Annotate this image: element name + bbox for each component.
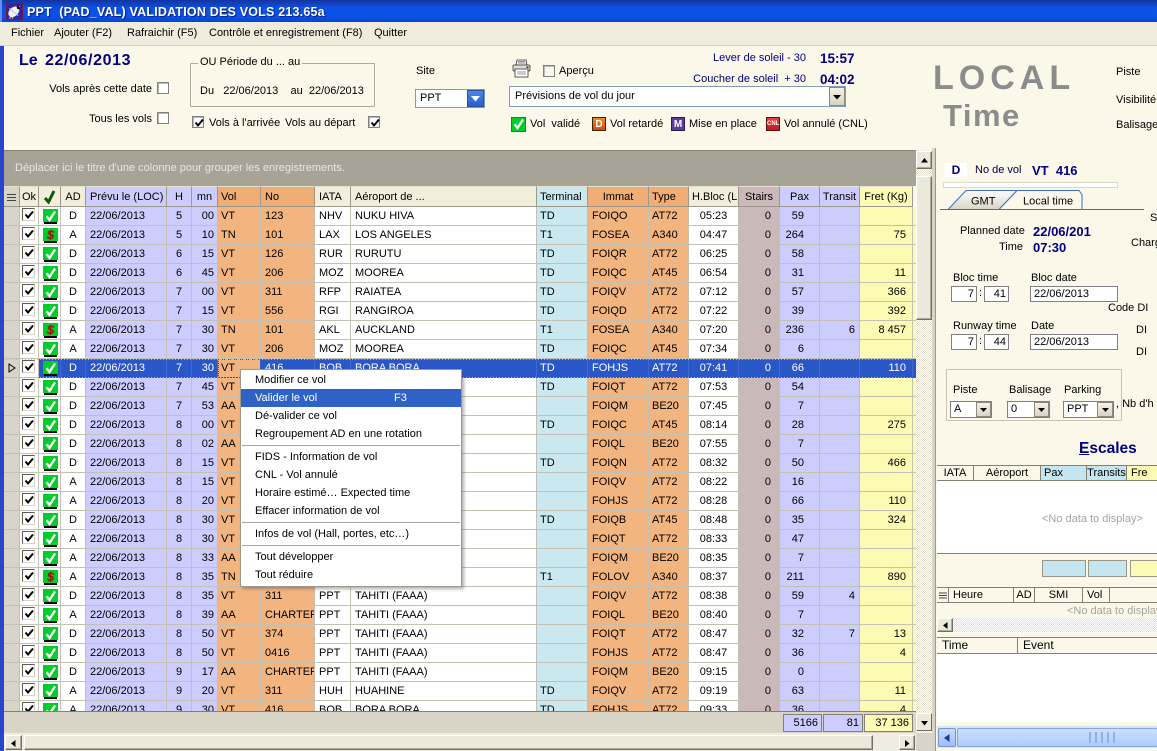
- svg-text:S: S: [46, 323, 54, 337]
- svg-text:GMT: GMT: [971, 196, 996, 208]
- svg-text:S: S: [46, 228, 54, 242]
- svg-text:S: S: [46, 570, 54, 584]
- svg-text:Local time: Local time: [1023, 196, 1073, 208]
